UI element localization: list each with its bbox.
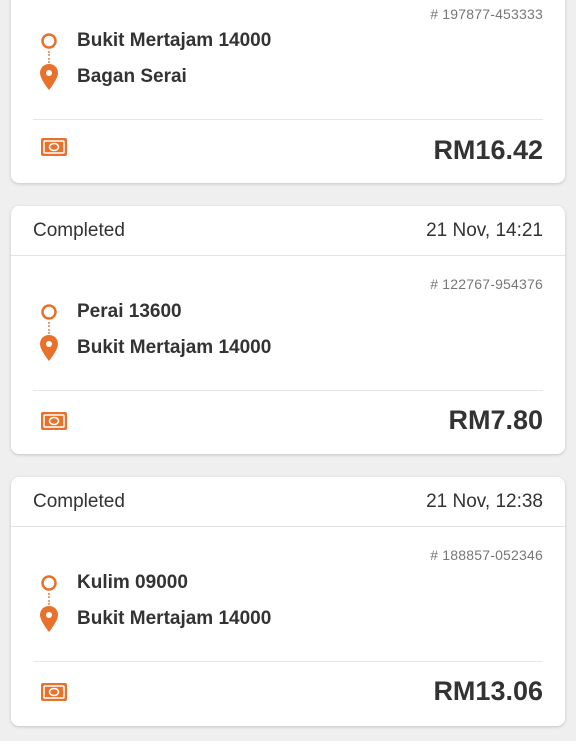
order-header: Completed 21 Nov, 14:21 [11,206,565,256]
order-card[interactable]: Completed 21 Nov, 14:21 # 122767-954376 … [11,206,565,454]
route-dots [48,51,50,63]
pickup-stop: Kulim 09000 [39,572,188,594]
divider [33,119,543,120]
pickup-circle-icon [39,302,59,322]
order-amount: RM16.42 [433,135,543,165]
order-id: # 197877-453333 [430,6,543,22]
dropoff-location: Bagan Serai [77,66,187,87]
order-status: Completed [33,219,125,241]
route-dots [48,322,50,334]
pickup-location: Perai 13600 [77,301,182,322]
order-id: # 188857-052346 [430,547,543,563]
pickup-circle-icon [39,573,59,593]
order-body: # 197877-453333 Bukit Mertajam 14000 Bag… [11,0,565,183]
cash-icon [40,137,68,162]
divider [33,661,543,662]
dropoff-location: Bukit Mertajam 14000 [77,337,272,358]
dropoff-location: Bukit Mertajam 14000 [77,608,272,629]
order-body: # 122767-954376 Perai 13600 Bukit Mertaj… [11,256,565,454]
order-amount: RM7.80 [448,405,543,435]
location-pin-icon [39,63,59,91]
cash-icon [40,682,68,707]
location-pin-icon [39,334,59,362]
order-datetime: 21 Nov, 12:38 [426,490,543,512]
order-body: # 188857-052346 Kulim 09000 Bukit Mertaj… [11,527,565,726]
route-dots [48,593,50,605]
cash-icon [40,411,68,436]
pickup-stop: Perai 13600 [39,301,182,323]
pickup-stop: Bukit Mertajam 14000 [39,30,271,52]
order-amount: RM13.06 [433,676,543,706]
order-status: Completed [33,490,125,512]
pickup-location: Bukit Mertajam 14000 [77,30,272,51]
dropoff-stop: Bukit Mertajam 14000 [39,334,271,362]
pickup-circle-icon [39,31,59,51]
order-card[interactable]: # 197877-453333 Bukit Mertajam 14000 Bag… [11,0,565,183]
dropoff-stop: Bagan Serai [39,63,187,91]
divider [33,390,543,391]
pickup-location: Kulim 09000 [77,572,188,593]
location-pin-icon [39,605,59,633]
dropoff-stop: Bukit Mertajam 14000 [39,605,271,633]
order-id: # 122767-954376 [430,276,543,292]
order-datetime: 21 Nov, 14:21 [426,219,543,241]
order-card[interactable]: Completed 21 Nov, 12:38 # 188857-052346 … [11,477,565,726]
order-header: Completed 21 Nov, 12:38 [11,477,565,527]
